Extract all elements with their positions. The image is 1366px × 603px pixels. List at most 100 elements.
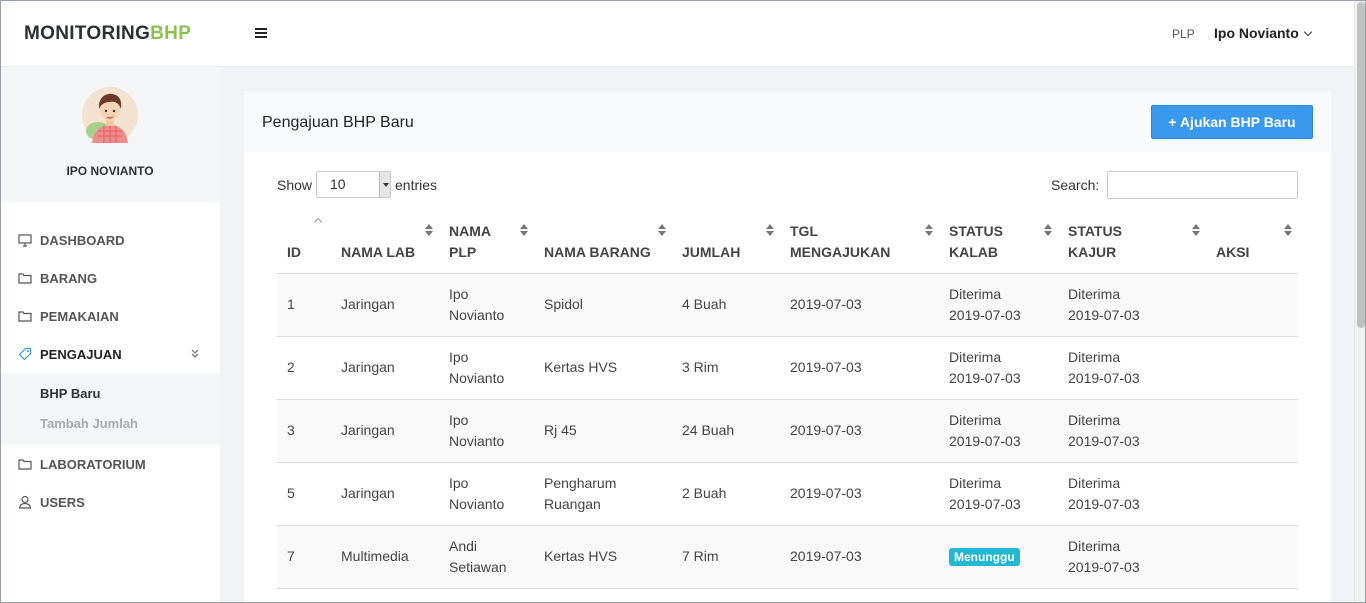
- cell-status-kalab: 2019-07-03: [949, 306, 1021, 323]
- cell-nama-barang: Kertas HVS: [544, 548, 618, 564]
- table-cell: Diterima 2019-07-03: [939, 336, 1058, 400]
- status-badge: Menunggu: [949, 548, 1020, 566]
- column-header-label: PLP: [449, 243, 477, 260]
- table-header-row: ID NAMA LAB NAMA PLP NAMA BARANG JUMLAH TGL MEN…: [277, 210, 1298, 274]
- sidebar-item-label: DASHBOARD: [40, 232, 125, 248]
- column-header[interactable]: NAMA LAB: [331, 210, 439, 274]
- table-cell: Spidol: [534, 273, 672, 337]
- sidebar-item-pengajuan[interactable]: PENGAJUAN: [0, 335, 220, 373]
- cell-nama-lab: Jaringan: [341, 485, 395, 501]
- data-table: ID NAMA LAB NAMA PLP NAMA BARANG JUMLAH TGL MEN…: [277, 210, 1298, 589]
- table-cell: Andi Setiawan: [439, 525, 534, 589]
- column-header[interactable]: NAMA PLP: [439, 210, 534, 274]
- table-cell: 2019-07-03: [780, 399, 939, 463]
- cell-status-kalab: Diterima: [949, 285, 1002, 302]
- submenu-item-bhp-baru[interactable]: BHP Baru: [0, 379, 220, 409]
- table-cell: Kertas HVS: [534, 525, 672, 589]
- cell-id: 5: [287, 485, 295, 501]
- cell-nama-lab: Jaringan: [341, 422, 395, 438]
- column-header[interactable]: NAMA BARANG: [534, 210, 672, 274]
- table-cell: [1206, 462, 1298, 526]
- entries-select[interactable]: 10: [316, 171, 391, 198]
- add-bhp-button[interactable]: + Ajukan BHP Baru: [1151, 105, 1313, 139]
- column-header-label: NAMA LAB: [341, 243, 416, 260]
- cell-status-kajur: 2019-07-03: [1068, 369, 1140, 386]
- folder-icon: [18, 459, 32, 470]
- table-row[interactable]: 7 Multimedia Andi Setiawan Kertas HVS 7 Rim 20…: [277, 525, 1298, 589]
- search-input[interactable]: [1107, 171, 1298, 199]
- cell-id: 2: [287, 359, 295, 375]
- sidebar-item-laboratorium[interactable]: LABORATORIUM: [0, 445, 220, 483]
- sort-ascending-icon: [315, 219, 323, 225]
- table-row[interactable]: 5 Jaringan Ipo Novianto Pengharum Ruangan 2 Bu…: [277, 462, 1298, 526]
- column-header-label: NAMA: [449, 222, 491, 239]
- cell-nama-plp: Novianto: [449, 495, 505, 512]
- column-header-label: KALAB: [949, 243, 998, 260]
- cell-nama-plp: Novianto: [449, 432, 505, 449]
- cell-nama-plp: Setiawan: [449, 558, 507, 575]
- table-cell: 7: [277, 525, 331, 589]
- table-cell: 24 Buah: [672, 399, 780, 463]
- column-header[interactable]: STATUS KALAB: [939, 210, 1058, 274]
- column-header-label: NAMA BARANG: [544, 243, 651, 260]
- brand-logo[interactable]: MONITORINGBHP: [24, 23, 191, 45]
- card-header: Pengajuan BHP Baru + Ajukan BHP Baru: [244, 91, 1331, 152]
- menu-toggle-icon[interactable]: [255, 28, 267, 38]
- page-scrollbar[interactable]: [1354, 0, 1366, 603]
- table-cell: Jaringan: [331, 336, 439, 400]
- cell-status-kalab: 2019-07-03: [949, 369, 1021, 386]
- table-cell: 4 Buah: [672, 273, 780, 337]
- profile-name: IPO NOVIANTO: [66, 164, 154, 178]
- entries-label: entries: [395, 177, 438, 193]
- table-row[interactable]: 3 Jaringan Ipo Novianto Rj 45 24 Buah 2019-07-…: [277, 399, 1298, 463]
- table-cell: Ipo Novianto: [439, 336, 534, 400]
- cell-tgl-mengajukan: 2019-07-03: [790, 359, 862, 375]
- cell-nama-barang: Rj 45: [544, 422, 577, 438]
- sidebar-item-barang[interactable]: BARANG: [0, 259, 220, 297]
- column-header[interactable]: ID: [277, 210, 331, 274]
- table-cell: [1206, 399, 1298, 463]
- cell-status-kalab: 2019-07-03: [949, 495, 1021, 512]
- cell-nama-barang: Spidol: [544, 296, 583, 312]
- cell-nama-plp: Novianto: [449, 306, 505, 323]
- table-cell: 2019-07-03: [780, 462, 939, 526]
- search-label: Search:: [1051, 177, 1100, 193]
- cell-status-kalab: Diterima: [949, 411, 1002, 428]
- scrollbar-thumb[interactable]: [1357, 2, 1365, 328]
- cell-jumlah: 24 Buah: [682, 422, 735, 438]
- cell-nama-lab: Jaringan: [341, 359, 395, 375]
- cell-nama-plp: Ipo: [449, 411, 469, 428]
- sidebar-item-dashboard[interactable]: DASHBOARD: [0, 221, 220, 259]
- cell-status-kajur: 2019-07-03: [1068, 495, 1140, 512]
- table-row[interactable]: 2 Jaringan Ipo Novianto Kertas HVS 3 Rim 2019-…: [277, 336, 1298, 400]
- user-icon: [18, 495, 32, 509]
- table-cell: Diterima 2019-07-03: [1058, 525, 1206, 589]
- sort-icon: [1192, 224, 1200, 236]
- show-label: Show: [277, 177, 313, 193]
- table-cell: Ipo Novianto: [439, 462, 534, 526]
- table-cell: Jaringan: [331, 399, 439, 463]
- user-name: Ipo Novianto: [1214, 25, 1299, 41]
- table-cell: 5: [277, 462, 331, 526]
- cell-nama-plp: Andi: [449, 537, 478, 554]
- table-cell: [1206, 336, 1298, 400]
- table-cell: Diterima 2019-07-03: [1058, 462, 1206, 526]
- tag-icon: [18, 347, 32, 361]
- cell-jumlah: 7 Rim: [682, 548, 719, 564]
- table-row[interactable]: 1 Jaringan Ipo Novianto Spidol 4 Buah 2019-07-…: [277, 273, 1298, 337]
- table-cell: [1206, 525, 1298, 589]
- column-header[interactable]: TGL MENGAJUKAN: [780, 210, 939, 274]
- sidebar: IPO NOVIANTO DASHBOARD BARANG PEMAKAIAN …: [0, 67, 220, 603]
- column-header[interactable]: JUMLAH: [672, 210, 780, 274]
- cell-status-kajur: Diterima: [1068, 411, 1121, 428]
- column-header-label: TGL: [790, 222, 818, 239]
- sort-icon: [1284, 224, 1292, 236]
- cell-jumlah: 3 Rim: [682, 359, 719, 375]
- sidebar-item-users[interactable]: USERS: [0, 483, 220, 521]
- submenu-item-tambah-jumlah[interactable]: Tambah Jumlah: [0, 409, 220, 439]
- sidebar-item-pemakaian[interactable]: PEMAKAIAN: [0, 297, 220, 335]
- column-header[interactable]: STATUS KAJUR: [1058, 210, 1206, 274]
- column-header[interactable]: AKSI: [1206, 210, 1298, 274]
- cell-status-kajur: Diterima: [1068, 348, 1121, 365]
- user-menu[interactable]: Ipo Novianto: [1214, 25, 1313, 41]
